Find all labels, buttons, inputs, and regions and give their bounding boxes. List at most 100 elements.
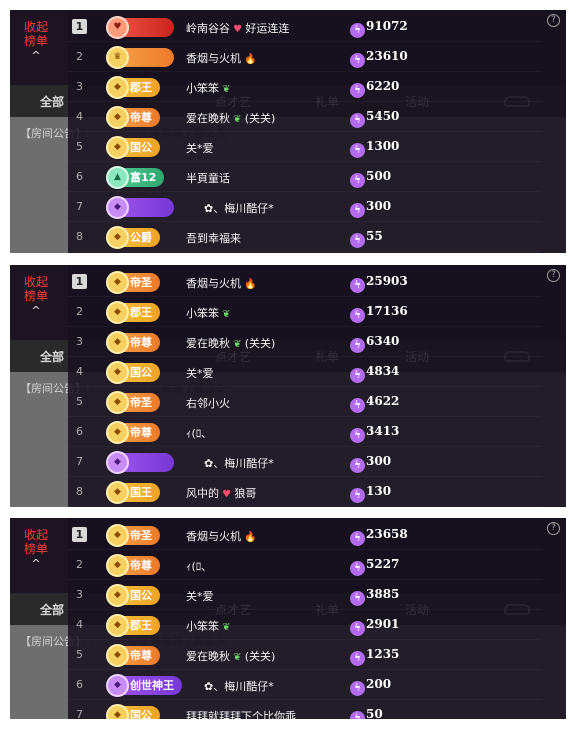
user-name-suffix: (关关) (244, 650, 276, 663)
deco-icon: ❦ (230, 339, 245, 350)
user-name[interactable]: 香烟与火机 🔥 (186, 50, 257, 66)
level-badge: ◆ 帝尊 (106, 331, 160, 354)
user-name[interactable]: 拜拜就拜拜下个比你乖 (186, 708, 296, 719)
score-value: 91072 (366, 19, 408, 33)
score-value: 1300 (366, 139, 400, 153)
ranking-row[interactable]: 5 ◆ 帝尊 爱在晚秋 ❦ (关关) ϟ 1235 (68, 640, 542, 670)
rank-number: 7 (76, 708, 83, 719)
badge-label: 帝圣 (130, 529, 152, 542)
user-name-text: 风中的 (186, 487, 219, 500)
ranking-row[interactable]: 6 ▲ 富12 半頁童话 ϟ 500 (68, 162, 542, 192)
ranking-row[interactable]: 6 ◆ 创世神王 ✿、梅川酷仔* ϟ 200 (68, 670, 542, 700)
user-name-text: ｨ(ﾛ､ (186, 560, 207, 573)
room-tab[interactable]: 全部 (40, 93, 64, 110)
user-name-text: ｨ(ﾛ､ (186, 427, 207, 440)
user-name[interactable]: 爱在晚秋 ❦ (关关) (186, 335, 275, 351)
badge-emblem-icon: ◆ (106, 644, 129, 667)
level-badge: ◆ 公爵 (106, 226, 160, 249)
contribution-score: ϟ 300 (350, 199, 391, 218)
collapse-ranking-button[interactable]: 收起榜单 ^ (22, 275, 50, 318)
ranking-row[interactable]: 5 ◆ 帝圣 右邻小火 ϟ 4622 (68, 387, 542, 417)
contribution-score: ϟ 3413 (350, 424, 399, 443)
caret-up-icon: ^ (31, 557, 41, 570)
user-name-text: ✿、梅川酷仔* (204, 202, 274, 215)
level-badge: ◆ (106, 196, 174, 219)
ranking-row[interactable]: 7 ◆ ✿、梅川酷仔* ϟ 300 (68, 192, 542, 222)
ranking-row[interactable]: 7 ◆ 国公 拜拜就拜拜下个比你乖 ϟ 50 (68, 700, 542, 719)
user-name[interactable]: 右邻小火 (186, 395, 230, 411)
rank-number: 5 (76, 395, 83, 408)
ranking-row[interactable]: 1 ♥ 岭南谷谷 ♥ 好运连连 ϟ 91072 (68, 12, 542, 42)
lightning-icon: ϟ (350, 591, 365, 606)
ranking-row[interactable]: 6 ◆ 帝尊 ｨ(ﾛ､ ϟ 3413 (68, 417, 542, 447)
ranking-row[interactable]: 1 ◆ 帝圣 香烟与火机 🔥 ϟ 25903 (68, 267, 542, 297)
score-value: 4834 (366, 364, 400, 378)
help-icon[interactable]: ? (547, 522, 560, 535)
ranking-row[interactable]: 8 ◆ 公爵 吾到幸福来 ϟ 55 (68, 222, 542, 252)
user-name[interactable]: 小笨笨 ❦ (186, 80, 231, 96)
room-tab[interactable]: 全部 (40, 348, 64, 365)
user-name[interactable]: ✿、梅川酷仔* (204, 455, 274, 471)
user-name[interactable]: 香烟与火机 🔥 (186, 528, 257, 544)
user-name[interactable]: 风中的 ♥ 狼哥 (186, 485, 256, 501)
contribution-score: ϟ 55 (350, 229, 383, 248)
user-name-text: 小笨笨 (186, 307, 219, 320)
ranking-row[interactable]: 4 ◆ 国公 关*爱 ϟ 4834 (68, 357, 542, 387)
user-name[interactable]: 半頁童话 (186, 170, 230, 186)
user-name[interactable]: 关*爱 (186, 588, 214, 604)
user-name[interactable]: 小笨笨 ❦ (186, 305, 231, 321)
badge-emblem-icon: ◆ (106, 301, 129, 324)
ranking-row[interactable]: 4 ◆ 帝尊 爱在晚秋 ❦ (关关) ϟ 5450 (68, 102, 542, 132)
room-tab[interactable]: 全部 (40, 601, 64, 618)
badge-label: 帝尊 (130, 559, 152, 572)
badge-emblem-icon: ◆ (106, 704, 129, 719)
score-value: 6340 (366, 334, 400, 348)
user-name[interactable]: 岭南谷谷 ♥ 好运连连 (186, 20, 289, 36)
user-name[interactable]: 关*爱 (186, 140, 214, 156)
level-badge: ◆ 郡王 (106, 301, 160, 324)
user-name[interactable]: 香烟与火机 🔥 (186, 275, 257, 291)
contribution-score: ϟ 23610 (350, 49, 408, 68)
ranking-row[interactable]: 2 ♛ 香烟与火机 🔥 ϟ 23610 (68, 42, 542, 72)
lightning-icon: ϟ (350, 53, 365, 68)
ranking-row[interactable]: 3 ◆ 国公 关*爱 ϟ 3885 (68, 580, 542, 610)
help-icon[interactable]: ? (547, 269, 560, 282)
level-badge: ◆ 国王 (106, 481, 160, 504)
ranking-row[interactable]: 2 ◆ 帝尊 ｨ(ﾛ､ ϟ 5227 (68, 550, 542, 580)
user-name[interactable]: ✿、梅川酷仔* (204, 678, 274, 694)
contribution-score: ϟ 50 (350, 707, 383, 719)
rank-number: 1 (72, 274, 87, 289)
level-badge: ◆ 帝圣 (106, 524, 160, 547)
badge-label: 帝尊 (130, 649, 152, 662)
ranking-row[interactable]: 2 ◆ 郡王 小笨笨 ❦ ϟ 17136 (68, 297, 542, 327)
ranking-row[interactable]: 5 ◆ 国公 关*爱 ϟ 1300 (68, 132, 542, 162)
user-name[interactable]: ｨ(ﾛ､ (186, 558, 207, 574)
user-name[interactable]: 关*爱 (186, 365, 214, 381)
ranking-row[interactable]: 3 ◆ 帝尊 爱在晚秋 ❦ (关关) ϟ 6340 (68, 327, 542, 357)
user-name[interactable]: ✿、梅川酷仔* (204, 200, 274, 216)
badge-label: 帝尊 (130, 111, 152, 124)
contribution-score: ϟ 3885 (350, 587, 399, 606)
user-name[interactable]: 吾到幸福来 (186, 230, 241, 246)
ranking-row[interactable]: 3 ◆ 郡王 小笨笨 ❦ ϟ 6220 (68, 72, 542, 102)
user-name[interactable]: 小笨笨 ❦ (186, 618, 231, 634)
user-name-text: 吾到幸福来 (186, 232, 241, 245)
contribution-score: ϟ 1235 (350, 647, 399, 666)
rank-number: 3 (76, 335, 83, 348)
user-name[interactable]: 爱在晚秋 ❦ (关关) (186, 648, 275, 664)
ranking-row[interactable]: 1 ◆ 帝圣 香烟与火机 🔥 ϟ 23658 (68, 520, 542, 550)
user-name[interactable]: 爱在晚秋 ❦ (关关) (186, 110, 275, 126)
level-badge: ◆ 国公 (106, 136, 160, 159)
heart-icon: ♥ (230, 24, 246, 35)
contribution-score: ϟ 2901 (350, 617, 399, 636)
collapse-ranking-button[interactable]: 收起榜单 ^ (22, 528, 50, 571)
badge-emblem-icon: ◆ (106, 614, 129, 637)
collapse-ranking-button[interactable]: 收起榜单 ^ (22, 20, 50, 63)
ranking-row[interactable]: 7 ◆ ✿、梅川酷仔* ϟ 300 (68, 447, 542, 477)
ranking-row[interactable]: 8 ◆ 国王 风中的 ♥ 狼哥 ϟ 130 (68, 477, 542, 507)
help-icon[interactable]: ? (547, 14, 560, 27)
user-name[interactable]: ｨ(ﾛ､ (186, 425, 207, 441)
ranking-row[interactable]: 4 ◆ 郡王 小笨笨 ❦ ϟ 2901 (68, 610, 542, 640)
badge-label: 国公 (130, 366, 152, 379)
rank-number: 3 (76, 80, 83, 93)
